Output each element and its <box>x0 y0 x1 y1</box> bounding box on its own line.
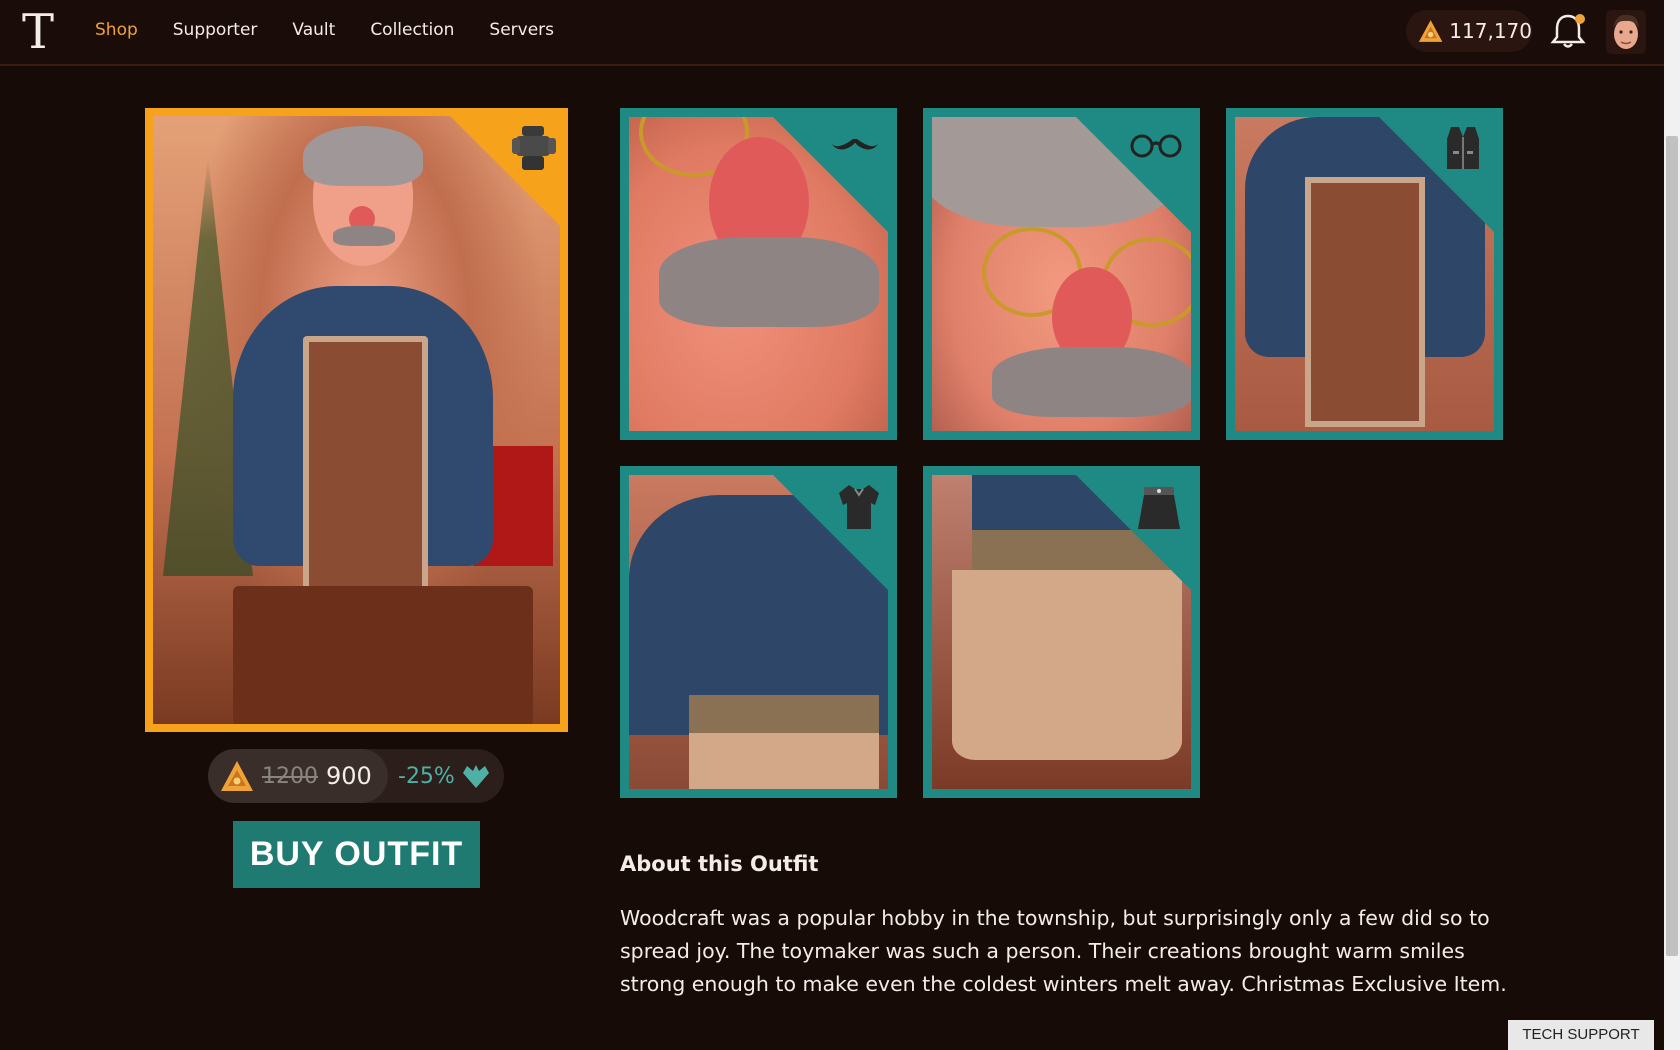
about-description: Woodcraft was a popular hobby in the tow… <box>620 906 1507 996</box>
outfit-piece-glasses[interactable] <box>923 108 1200 440</box>
character-skirt <box>952 570 1182 760</box>
notification-dot <box>1575 14 1585 24</box>
outfit-preview-card[interactable] <box>145 108 568 732</box>
shirt-icon <box>839 485 879 529</box>
mustache-icon <box>831 139 879 150</box>
price-values: 1200 900 <box>208 749 388 803</box>
vest-icon <box>1447 127 1479 169</box>
piece-image <box>629 475 888 789</box>
glasses-icon <box>1130 134 1182 158</box>
character-belt <box>689 695 879 735</box>
supporter-badge-icon <box>462 765 489 788</box>
nav-item-collection[interactable]: Collection <box>370 18 454 42</box>
character-mustache <box>333 226 395 246</box>
character-hair <box>303 126 423 186</box>
currency-amount: 117,170 <box>1449 19 1532 43</box>
price-display: 1200 900 -25% <box>208 749 504 803</box>
top-nav-bar: T Shop Supporter Vault Collection Server… <box>0 0 1664 66</box>
sale-price: 900 <box>326 762 372 790</box>
discount-percent: -25% <box>398 763 455 789</box>
piece-image <box>932 475 1191 789</box>
avatar[interactable] <box>1606 10 1646 54</box>
outfit-piece-mustache[interactable] <box>620 108 897 440</box>
currency-icon <box>221 761 253 791</box>
about-title: About this Outfit <box>620 852 819 876</box>
piece-image <box>629 117 888 431</box>
character-skirt <box>689 733 879 789</box>
outfit-piece-apron[interactable] <box>1226 108 1503 440</box>
piece-image <box>1235 117 1494 431</box>
nav-item-supporter[interactable]: Supporter <box>173 18 258 42</box>
currency-balance[interactable]: 117,170 <box>1406 10 1532 52</box>
scrollbar-thumb[interactable] <box>1666 136 1678 956</box>
skirt-icon <box>1138 487 1180 529</box>
character-mustache <box>992 347 1191 417</box>
outfit-preview-image <box>153 116 560 724</box>
workbench <box>233 586 533 724</box>
buy-outfit-button[interactable]: BUY OUTFIT <box>233 821 480 888</box>
currency-icon <box>1418 20 1443 42</box>
app-logo[interactable]: T <box>16 6 60 58</box>
nav-item-servers[interactable]: Servers <box>489 18 554 42</box>
piece-image <box>932 117 1191 431</box>
outfit-icon <box>512 126 556 170</box>
tech-support-button[interactable]: TECH SUPPORT <box>1508 1020 1654 1050</box>
original-price: 1200 <box>262 763 318 789</box>
character-mustache <box>659 237 879 327</box>
nav-item-vault[interactable]: Vault <box>292 18 335 42</box>
main-nav: Shop Supporter Vault Collection Servers <box>95 18 589 42</box>
nav-item-shop[interactable]: Shop <box>95 18 138 42</box>
outfit-piece-skirt[interactable] <box>923 466 1200 798</box>
outfit-piece-shirt[interactable] <box>620 466 897 798</box>
